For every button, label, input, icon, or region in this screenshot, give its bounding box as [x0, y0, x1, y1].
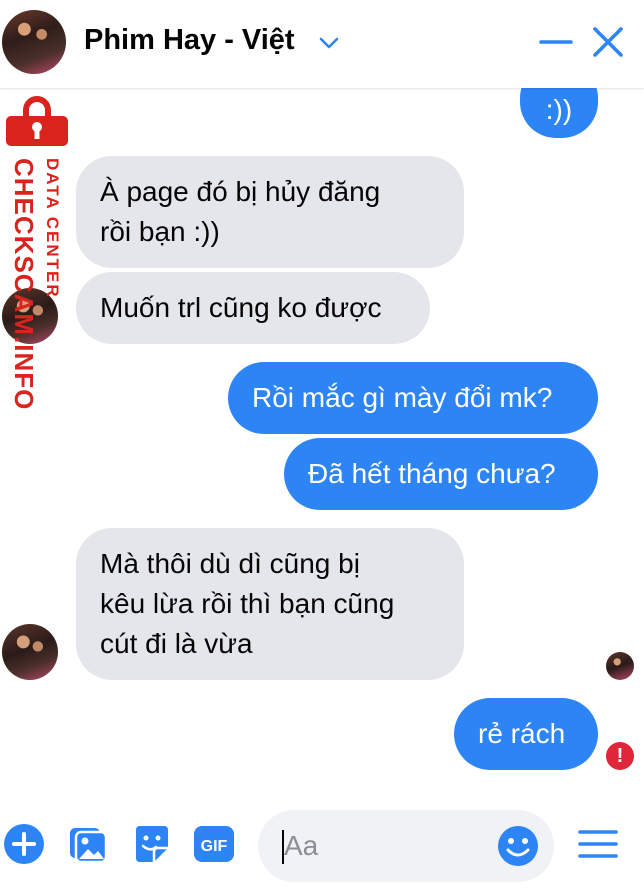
message-incoming[interactable]: Mà thôi dù dì cũng bị kêu lừa rồi thì bạ… [76, 528, 464, 680]
message-text: rẻ rách [478, 718, 566, 749]
composer: GIF Aa [0, 796, 644, 896]
message-line: Muốn trl cũng ko được [100, 292, 382, 323]
lock-icon [6, 96, 68, 146]
chat-header: Phim Hay - Việt [0, 0, 644, 88]
message-text: Rồi mắc gì mày đổi mk? [252, 382, 553, 413]
plus-icon[interactable] [2, 822, 46, 866]
emoji-icon[interactable] [496, 824, 540, 868]
message-line: kêu lừa rồi thì bạn cũng [100, 588, 395, 619]
message-incoming[interactable]: À page đó bị hủy đăng rồi bạn :)) [76, 156, 464, 268]
chevron-down-icon[interactable] [316, 30, 342, 56]
photo-icon[interactable] [66, 822, 110, 866]
message-line: À page đó bị hủy đăng [100, 176, 381, 207]
watermark: DATA CENTER CHECKSCAM.INFO [2, 96, 72, 416]
gif-icon[interactable]: GIF [192, 822, 236, 866]
message-line: cút đi là vừa [100, 628, 253, 659]
error-icon[interactable]: ! [606, 742, 634, 770]
watermark-line-1: DATA CENTER [43, 158, 62, 299]
gif-label: GIF [201, 838, 228, 855]
message-input[interactable]: Aa [258, 810, 554, 882]
seen-avatar [606, 652, 634, 680]
sender-avatar[interactable] [2, 624, 58, 680]
contact-avatar[interactable] [2, 10, 66, 74]
input-placeholder: Aa [284, 830, 319, 861]
sticker-icon[interactable] [130, 822, 174, 866]
message-outgoing[interactable]: Rồi mắc gì mày đổi mk? [228, 362, 598, 434]
close-icon[interactable] [590, 24, 626, 60]
message-text: :)) [545, 94, 573, 125]
watermark-line-2: CHECKSCAM.INFO [9, 158, 39, 411]
message-outgoing[interactable]: Đã hết tháng chưa? [284, 438, 598, 510]
message-incoming[interactable]: Muốn trl cũng ko được [76, 272, 430, 344]
message-outgoing[interactable]: rẻ rách [454, 698, 598, 770]
contact-name[interactable]: Phim Hay - Việt [84, 24, 295, 57]
message-text: Đã hết tháng chưa? [308, 458, 556, 489]
message-line: Mà thôi dù dì cũng bị [100, 548, 360, 579]
message-line: rồi bạn :)) [100, 216, 220, 247]
chat-window: Phim Hay - Việt DATA CENTER CHECKSCAM.IN… [0, 0, 644, 896]
minimize-icon[interactable] [538, 24, 574, 60]
menu-icon[interactable] [576, 822, 620, 866]
